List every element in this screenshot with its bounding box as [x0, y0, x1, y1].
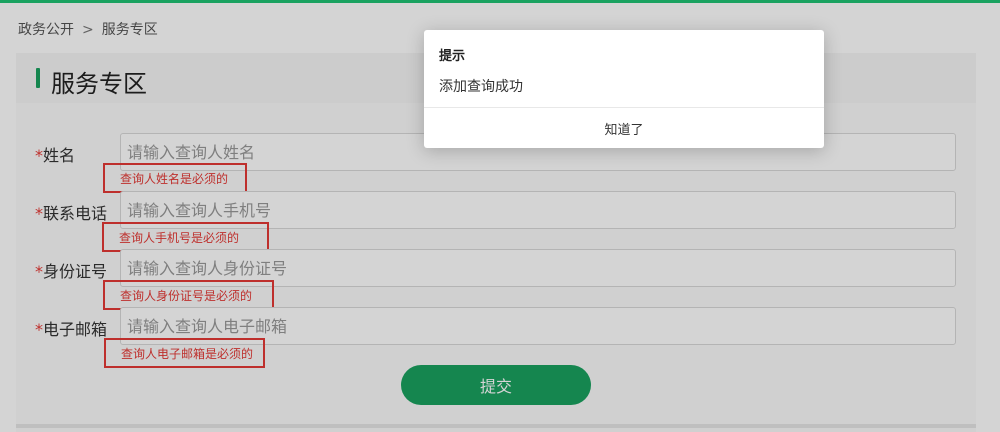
dialog-message: 添加查询成功: [439, 79, 523, 95]
dialog-ok-button[interactable]: 知道了: [424, 108, 824, 148]
alert-dialog: 提示 添加查询成功 知道了: [424, 30, 824, 148]
dialog-title: 提示: [439, 49, 466, 64]
